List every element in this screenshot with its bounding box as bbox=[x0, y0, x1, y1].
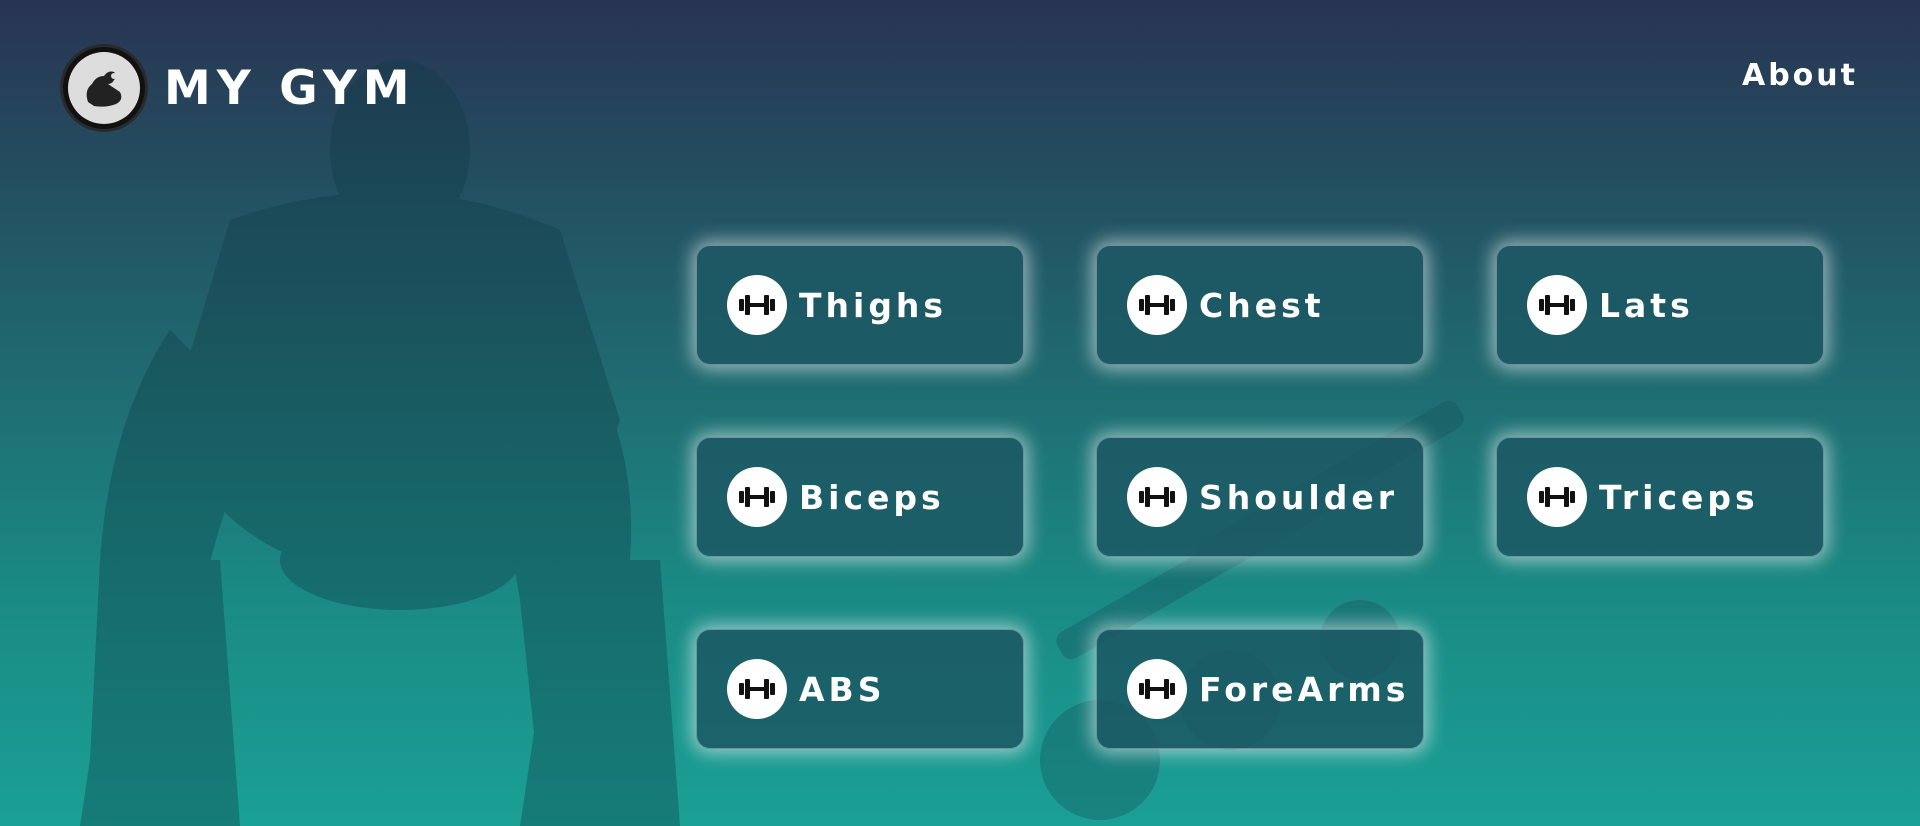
workout-card-triceps[interactable]: Triceps bbox=[1496, 437, 1824, 557]
dumbbell-icon bbox=[1127, 275, 1187, 335]
brand-name: MY GYM bbox=[164, 60, 416, 116]
workout-card-label: Triceps bbox=[1599, 477, 1759, 517]
dumbbell-icon bbox=[727, 275, 787, 335]
workout-card-label: Biceps bbox=[799, 477, 945, 517]
workout-card-label: Lats bbox=[1599, 285, 1694, 325]
flexing-arm-icon bbox=[60, 44, 148, 132]
dumbbell-icon bbox=[727, 659, 787, 719]
nav-about-link[interactable]: About bbox=[1742, 58, 1858, 93]
workout-card-chest[interactable]: Chest bbox=[1096, 245, 1424, 365]
workout-card-abs[interactable]: ABS bbox=[696, 629, 1024, 749]
workout-card-label: ForeArms bbox=[1199, 669, 1410, 709]
workout-card-biceps[interactable]: Biceps bbox=[696, 437, 1024, 557]
dumbbell-icon bbox=[1527, 275, 1587, 335]
workout-card-label: Thighs bbox=[799, 285, 948, 325]
workout-card-lats[interactable]: Lats bbox=[1496, 245, 1824, 365]
dumbbell-icon bbox=[1127, 659, 1187, 719]
workout-card-label: Shoulder bbox=[1199, 477, 1399, 517]
brand-logo[interactable]: MY GYM bbox=[60, 44, 416, 132]
workout-card-thighs[interactable]: Thighs bbox=[696, 245, 1024, 365]
workout-card-label: Chest bbox=[1199, 285, 1325, 325]
dumbbell-icon bbox=[727, 467, 787, 527]
workout-card-label: ABS bbox=[799, 669, 886, 709]
workout-grid: Thighs Chest Lats Biceps Shoulder Tricep… bbox=[696, 245, 1826, 749]
dumbbell-icon bbox=[1527, 467, 1587, 527]
dumbbell-icon bbox=[1127, 467, 1187, 527]
workout-card-forearms[interactable]: ForeArms bbox=[1096, 629, 1424, 749]
workout-card-shoulder[interactable]: Shoulder bbox=[1096, 437, 1424, 557]
site-header: MY GYM About bbox=[0, 0, 1920, 180]
